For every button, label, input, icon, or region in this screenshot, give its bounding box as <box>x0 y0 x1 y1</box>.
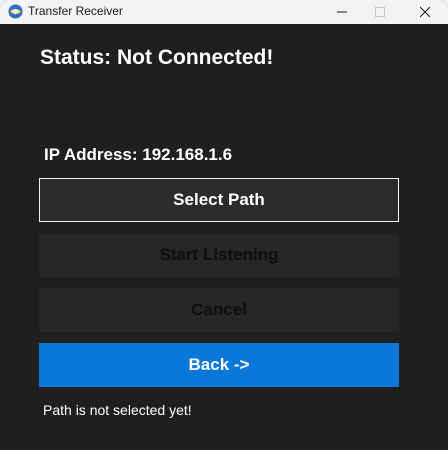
title-bar[interactable]: Transfer Receiver <box>0 0 448 24</box>
maximize-button[interactable] <box>357 0 403 24</box>
connection-status-label: Status: Not Connected! <box>40 46 274 69</box>
close-button[interactable] <box>402 0 448 24</box>
minimize-icon <box>337 11 347 13</box>
start-listening-button[interactable]: Start Listening <box>39 233 399 277</box>
path-status-message: Path is not selected yet! <box>43 402 192 418</box>
transfer-app-icon <box>8 4 23 19</box>
ip-address-label: IP Address: 192.168.1.6 <box>44 145 233 164</box>
maximize-icon <box>375 7 385 17</box>
select-path-button[interactable]: Select Path <box>39 178 399 222</box>
back-button[interactable]: Back -> <box>39 343 399 387</box>
window-title: Transfer Receiver <box>28 4 123 18</box>
cancel-button[interactable]: Cancel <box>39 288 399 332</box>
app-window: Transfer Receiver Status: Not Connected!… <box>0 0 448 450</box>
close-icon <box>420 7 430 17</box>
